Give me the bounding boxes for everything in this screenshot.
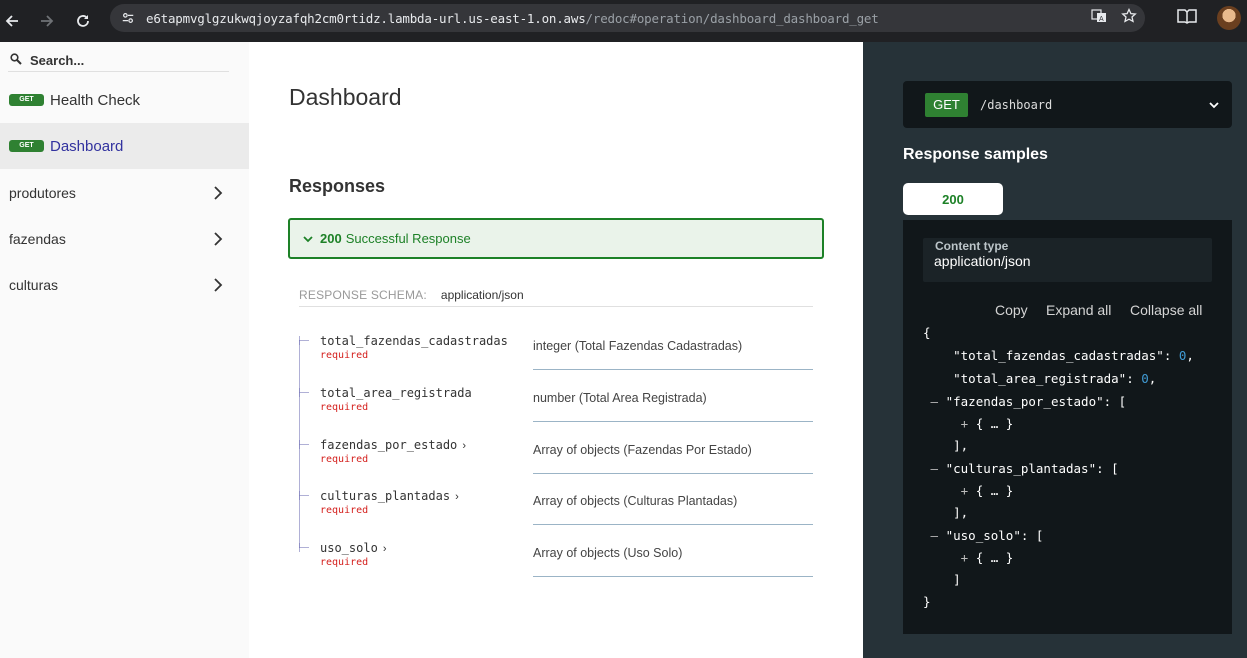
- expand-toggle[interactable]: +: [961, 550, 969, 565]
- property-type: Array of objects (Uso Solo): [533, 546, 683, 560]
- property-name: total_area_registrada: [320, 386, 472, 400]
- endpoint-method-badge: GET: [925, 92, 968, 117]
- search-icon: [8, 52, 22, 70]
- schema-property-row: total_area_registrada required number (T…: [299, 380, 813, 432]
- bookmark-star-icon[interactable]: [1121, 7, 1137, 29]
- sidebar-group-label: fazendas: [9, 231, 66, 247]
- url-path: /redoc#operation/dashboard_dashboard_get: [585, 10, 879, 26]
- schema-property-row: total_fazendas_cadastradas required inte…: [299, 328, 813, 380]
- sidebar-group-label: produtores: [9, 185, 76, 201]
- search-box: [8, 50, 229, 72]
- back-icon[interactable]: [0, 9, 24, 33]
- site-info-icon[interactable]: [120, 10, 136, 26]
- sidebar-group-produtores[interactable]: produtores: [0, 170, 249, 216]
- schema-property-row: culturas_plantadas › required Array of o…: [299, 483, 813, 535]
- tab-200[interactable]: 200: [903, 183, 1003, 215]
- svg-text:A: A: [1099, 16, 1104, 23]
- forward-icon[interactable]: [35, 9, 59, 33]
- property-required: required: [320, 350, 369, 361]
- property-name-expandable[interactable]: fazendas_por_estado ›: [320, 438, 466, 452]
- property-type: integer (Total Fazendas Cadastradas): [533, 339, 743, 353]
- chevron-right-icon: [214, 232, 223, 246]
- schema-label: RESPONSE SCHEMA:: [299, 288, 427, 302]
- responses-heading: Responses: [289, 176, 386, 196]
- translate-icon[interactable]: A: [1091, 8, 1107, 29]
- collapse-toggle[interactable]: –: [931, 528, 939, 543]
- property-type: number (Total Area Registrada): [533, 391, 707, 405]
- reading-mode-icon[interactable]: [1177, 8, 1197, 29]
- property-required: required: [320, 557, 369, 568]
- property-required: required: [320, 505, 369, 516]
- response-description: Successful Response: [345, 231, 471, 246]
- chevron-down-icon: [303, 235, 313, 242]
- property-required: required: [320, 454, 369, 465]
- endpoint-selector[interactable]: GET /dashboard: [903, 81, 1232, 128]
- profile-avatar[interactable]: [1217, 6, 1241, 30]
- copy-button[interactable]: Copy: [995, 302, 1028, 318]
- sidebar: GET Health Check GET Dashboard produtore…: [0, 42, 249, 658]
- property-required: required: [320, 402, 369, 413]
- sidebar-item-label: Dashboard: [50, 137, 124, 155]
- property-name-expandable[interactable]: uso_solo ›: [320, 541, 387, 555]
- get-method-badge: GET: [9, 94, 44, 106]
- property-type: Array of objects (Fazendas Por Estado): [533, 443, 752, 457]
- property-type: Array of objects (Culturas Plantadas): [533, 494, 738, 508]
- response-sample-panel: Content type application/json Copy Expan…: [903, 220, 1232, 634]
- endpoint-path: /dashboard: [980, 97, 1053, 112]
- sidebar-group-fazendas[interactable]: fazendas: [0, 216, 249, 262]
- property-name: total_fazendas_cadastradas: [320, 334, 508, 348]
- chevron-right-icon: [214, 186, 223, 200]
- schema-content-type: application/json: [440, 288, 524, 302]
- schema-property-row: fazendas_por_estado › required Array of …: [299, 432, 813, 484]
- collapse-toggle[interactable]: –: [931, 394, 939, 409]
- response-200-toggle[interactable]: 200 Successful Response: [288, 218, 824, 259]
- expand-toggle[interactable]: +: [961, 483, 969, 498]
- reload-icon[interactable]: [71, 9, 95, 33]
- chevron-right-icon: ›: [452, 491, 459, 503]
- sidebar-group-label: culturas: [9, 277, 59, 293]
- chevron-right-icon: [214, 278, 223, 292]
- content-type-label: Content type: [935, 239, 1009, 253]
- right-panel: GET /dashboard Response samples 200 Cont…: [863, 42, 1247, 658]
- property-name-expandable[interactable]: culturas_plantadas ›: [320, 489, 459, 503]
- search-input[interactable]: [30, 53, 210, 68]
- url-host: e6tapmvglgzukwqjoyzafqh2cm0rtidz.lambda-…: [146, 10, 586, 26]
- sidebar-item-label: Health Check: [50, 91, 141, 109]
- sidebar-item-dashboard[interactable]: GET Dashboard: [0, 123, 249, 169]
- sample-actions: Copy Expand all Collapse all: [903, 302, 1232, 322]
- response-schema-header: RESPONSE SCHEMA: application/json: [299, 288, 813, 307]
- content-type-value: application/json: [934, 253, 1031, 269]
- response-samples-heading: Response samples: [903, 146, 1048, 163]
- url-text: e6tapmvglgzukwqjoyzafqh2cm0rtidz.lambda-…: [146, 11, 879, 26]
- chevron-right-icon: ›: [459, 440, 467, 452]
- main-content: Dashboard Responses 200 Successful Respo…: [249, 42, 863, 658]
- sidebar-group-culturas[interactable]: culturas: [0, 262, 249, 308]
- schema-property-row: uso_solo › required Array of objects (Us…: [299, 535, 813, 587]
- browser-toolbar: e6tapmvglgzukwqjoyzafqh2cm0rtidz.lambda-…: [0, 0, 1247, 42]
- content-type-box: Content type application/json: [923, 238, 1212, 282]
- chevron-right-icon: ›: [379, 543, 387, 555]
- chevron-down-icon: [1209, 102, 1219, 109]
- get-method-badge: GET: [9, 140, 44, 152]
- expand-toggle[interactable]: +: [961, 416, 969, 431]
- collapse-all-button[interactable]: Collapse all: [1130, 302, 1202, 318]
- sidebar-item-health-check[interactable]: GET Health Check: [0, 77, 249, 123]
- response-code: 200: [320, 231, 342, 246]
- collapse-toggle[interactable]: –: [931, 461, 939, 476]
- page-title: Dashboard: [289, 84, 402, 110]
- address-bar[interactable]: e6tapmvglgzukwqjoyzafqh2cm0rtidz.lambda-…: [110, 4, 1145, 32]
- expand-all-button[interactable]: Expand all: [1046, 302, 1111, 318]
